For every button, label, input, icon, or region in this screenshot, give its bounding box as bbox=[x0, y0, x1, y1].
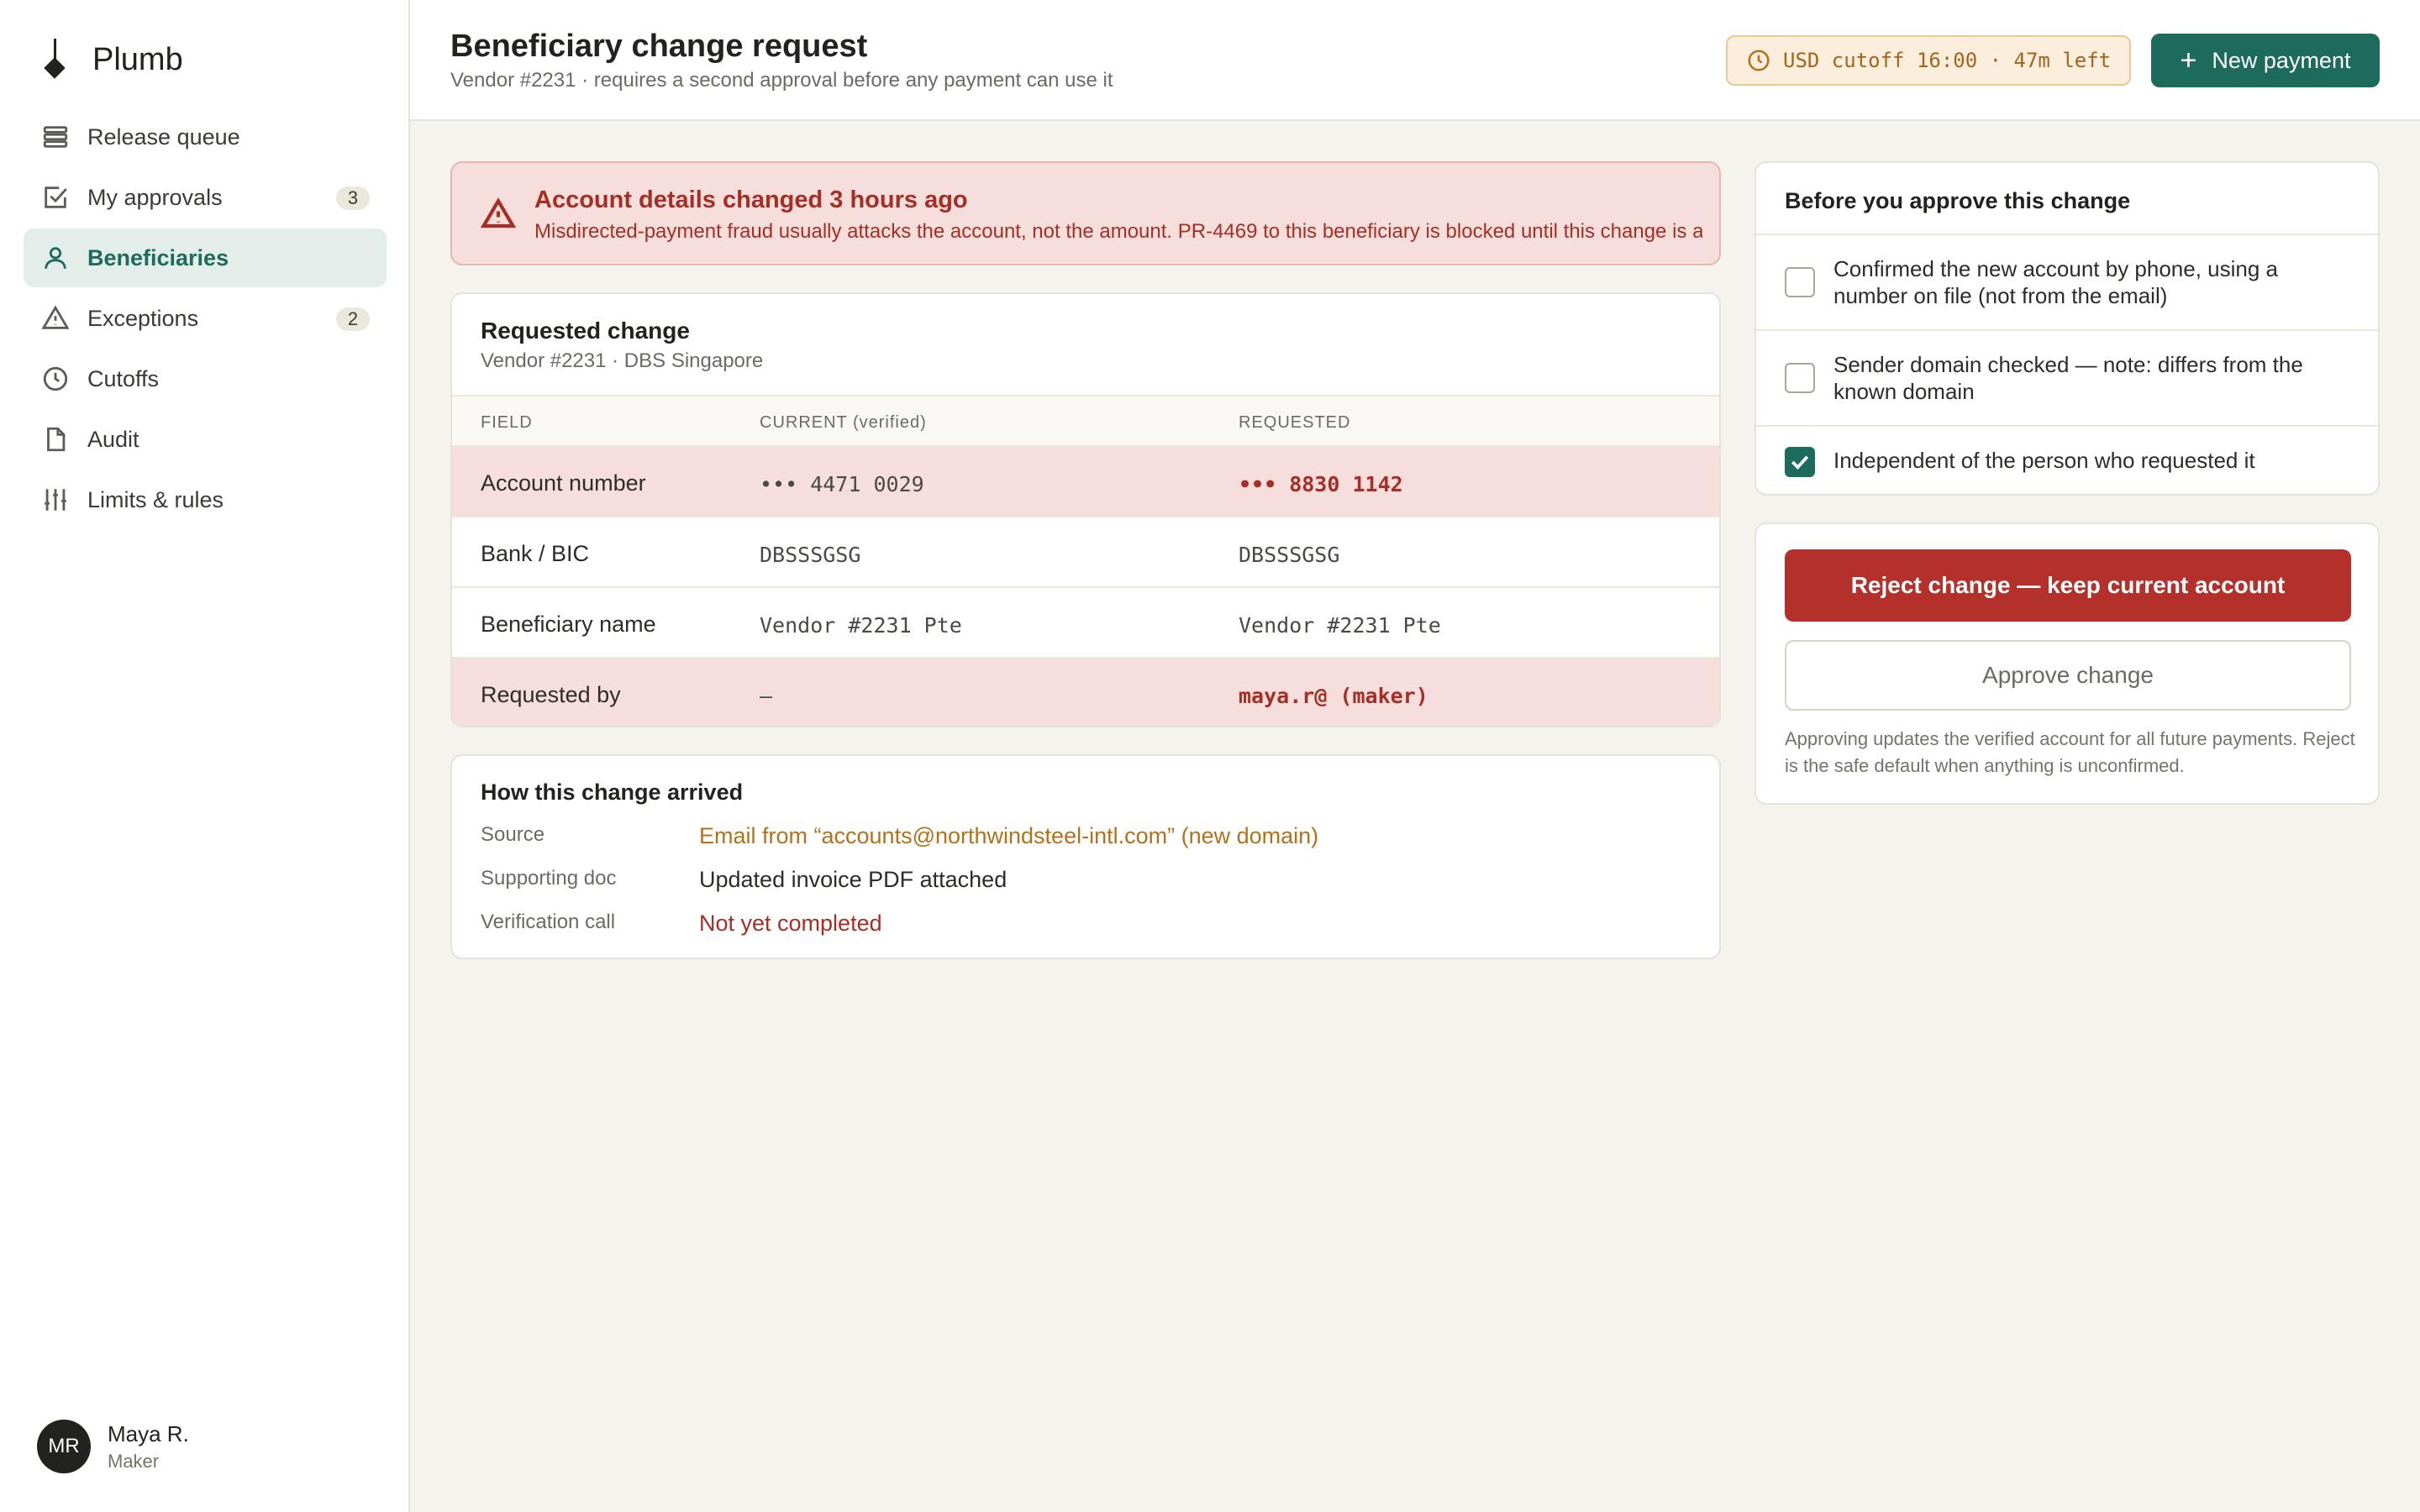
checklist-item[interactable]: Sender domain checked — note: differs fr… bbox=[1756, 329, 2378, 425]
decision-note: Approving updates the verified account f… bbox=[1785, 728, 2355, 776]
sidebar-item-limits-rules[interactable]: Limits & rules bbox=[24, 470, 387, 529]
reject-change-button[interactable]: Reject change — keep current account bbox=[1785, 549, 2351, 622]
requested-value: DBSSSGSG bbox=[1239, 543, 1340, 567]
field-name: Beneficiary name bbox=[481, 612, 656, 637]
cutoff-text: USD cutoff 16:00 · 47m left bbox=[1783, 49, 2112, 72]
sidebar-item-label: Limits & rules bbox=[87, 486, 224, 512]
sidebar-item-label: Exceptions bbox=[87, 305, 199, 331]
fraud-alert: Account details changed 3 hours ago Misd… bbox=[450, 161, 1721, 265]
page-subtitle: Vendor #2231 · requires a second approva… bbox=[450, 69, 1113, 92]
requested-change-card: Requested change Vendor #2231 · DBS Sing… bbox=[450, 292, 1721, 727]
field-name: Bank / BIC bbox=[481, 541, 590, 566]
approve-change-button[interactable]: Approve change bbox=[1785, 640, 2351, 711]
current-value: ••• 4471 0029 bbox=[760, 472, 924, 496]
page-header: Beneficiary change request Vendor #2231 … bbox=[410, 0, 2420, 121]
change-origin-card: How this change arrived Source Email fro… bbox=[450, 754, 1721, 959]
table-row: Requested by — maya.r@ (maker) bbox=[452, 659, 1719, 726]
checklist-item[interactable]: Independent of the person who requested … bbox=[1756, 425, 2378, 494]
origin-row: Supporting doc Updated invoice PDF attac… bbox=[481, 867, 1691, 900]
sidebar-item-my-approvals[interactable]: My approvals 3 bbox=[24, 168, 387, 227]
table-row: Beneficiary name Vendor #2231 Pte Vendor… bbox=[452, 588, 1719, 659]
checklist-item[interactable]: Confirmed the new account by phone, usin… bbox=[1756, 234, 2378, 329]
sidebar-nav: Release queue My approvals 3 Beneficiari… bbox=[24, 108, 387, 531]
checklist-checkbox[interactable] bbox=[1785, 363, 1815, 393]
warning-icon bbox=[40, 303, 71, 333]
checklist-item-text: Confirmed the new account by phone, usin… bbox=[1833, 256, 2279, 308]
field-name: Requested by bbox=[481, 682, 621, 707]
column-header-requested: REQUESTED bbox=[1239, 413, 1351, 432]
page-title: Beneficiary change request bbox=[450, 29, 868, 64]
sidebar-item-label: Audit bbox=[87, 426, 139, 452]
origin-key: Supporting doc bbox=[481, 867, 617, 890]
decision-card: Reject change — keep current account App… bbox=[1754, 522, 2380, 805]
card-subtitle: Vendor #2231 · DBS Singapore bbox=[481, 349, 764, 372]
clock-icon bbox=[1748, 50, 1770, 71]
user-profile[interactable]: MR Maya R. Maker bbox=[37, 1420, 189, 1473]
sidebar-item-label: Release queue bbox=[87, 123, 240, 150]
origin-value: Email from “accounts@northwindsteel-intl… bbox=[699, 823, 1319, 848]
current-value: — bbox=[760, 684, 773, 708]
card-title: Requested change bbox=[481, 318, 690, 344]
origin-row: Verification call Not yet completed bbox=[481, 911, 1691, 944]
sidebar-item-label: Beneficiaries bbox=[87, 244, 229, 270]
sidebar-item-label: My approvals bbox=[87, 184, 223, 210]
checklist-title: Before you approve this change bbox=[1785, 188, 2131, 213]
user-name: Maya R. bbox=[108, 1420, 189, 1446]
origin-key: Source bbox=[481, 823, 545, 846]
user-role: Maker bbox=[108, 1450, 160, 1472]
requested-value: Vendor #2231 Pte bbox=[1239, 613, 1441, 638]
requested-value: ••• 8830 1142 bbox=[1239, 472, 1403, 496]
table-row: Account number ••• 4471 0029 ••• 8830 11… bbox=[452, 447, 1719, 517]
table-row: Bank / BIC DBSSSGSG DBSSSGSG bbox=[452, 517, 1719, 588]
alert-title: Account details changed 3 hours ago bbox=[534, 186, 968, 213]
clock-icon bbox=[40, 364, 71, 394]
new-payment-label: New payment bbox=[2212, 47, 2351, 73]
column-header-current: CURRENT (verified) bbox=[760, 413, 927, 432]
sidebar-item-label: Cutoffs bbox=[87, 365, 160, 391]
checkmark-icon bbox=[1791, 455, 1809, 470]
column-header-field: FIELD bbox=[481, 413, 533, 432]
warning-icon bbox=[480, 197, 517, 232]
avatar: MR bbox=[37, 1420, 91, 1473]
checklist-item-text: Sender domain checked — note: differs fr… bbox=[1833, 352, 2303, 404]
brand[interactable]: Plumb bbox=[40, 39, 183, 81]
table-header: FIELD CURRENT (verified) REQUESTED bbox=[452, 395, 1719, 447]
current-value: DBSSSGSG bbox=[760, 543, 861, 567]
origin-value: Not yet completed bbox=[699, 911, 882, 936]
sliders-icon bbox=[40, 485, 71, 515]
sidebar-item-cutoffs[interactable]: Cutoffs bbox=[24, 349, 387, 408]
plumb-logo-icon bbox=[40, 39, 69, 81]
origin-row: Source Email from “accounts@northwindste… bbox=[481, 823, 1691, 857]
origin-key: Verification call bbox=[481, 911, 616, 933]
checklist-checkbox[interactable] bbox=[1785, 267, 1815, 297]
new-payment-button[interactable]: + New payment bbox=[2151, 34, 2380, 87]
checklist-checkbox-checked[interactable] bbox=[1785, 447, 1815, 477]
origin-value: Updated invoice PDF attached bbox=[699, 867, 1007, 892]
check-square-icon bbox=[40, 182, 71, 213]
document-icon bbox=[40, 424, 71, 454]
cutoff-badge: USD cutoff 16:00 · 47m left bbox=[1726, 35, 2131, 86]
alert-body: Misdirected-payment fraud usually attack… bbox=[534, 220, 1702, 243]
brand-name: Plumb bbox=[92, 41, 183, 77]
approval-checklist: Before you approve this change Confirmed… bbox=[1754, 161, 2380, 496]
checklist-item-text: Independent of the person who requested … bbox=[1833, 448, 2255, 473]
field-name: Account number bbox=[481, 470, 646, 496]
card-title: How this change arrived bbox=[481, 780, 744, 805]
requested-value: maya.r@ (maker) bbox=[1239, 684, 1428, 708]
sidebar-item-release-queue[interactable]: Release queue bbox=[24, 108, 387, 166]
stack-icon bbox=[40, 122, 71, 152]
count-badge: 3 bbox=[336, 186, 370, 210]
count-badge: 2 bbox=[336, 307, 370, 331]
sidebar: Plumb Release queue My approvals 3 Benef… bbox=[0, 0, 410, 1512]
sidebar-item-exceptions[interactable]: Exceptions 2 bbox=[24, 289, 387, 348]
current-value: Vendor #2231 Pte bbox=[760, 613, 962, 638]
sidebar-item-beneficiaries[interactable]: Beneficiaries bbox=[24, 228, 387, 287]
plus-icon: + bbox=[2180, 45, 2197, 76]
sidebar-item-audit[interactable]: Audit bbox=[24, 410, 387, 469]
person-icon bbox=[40, 243, 71, 273]
